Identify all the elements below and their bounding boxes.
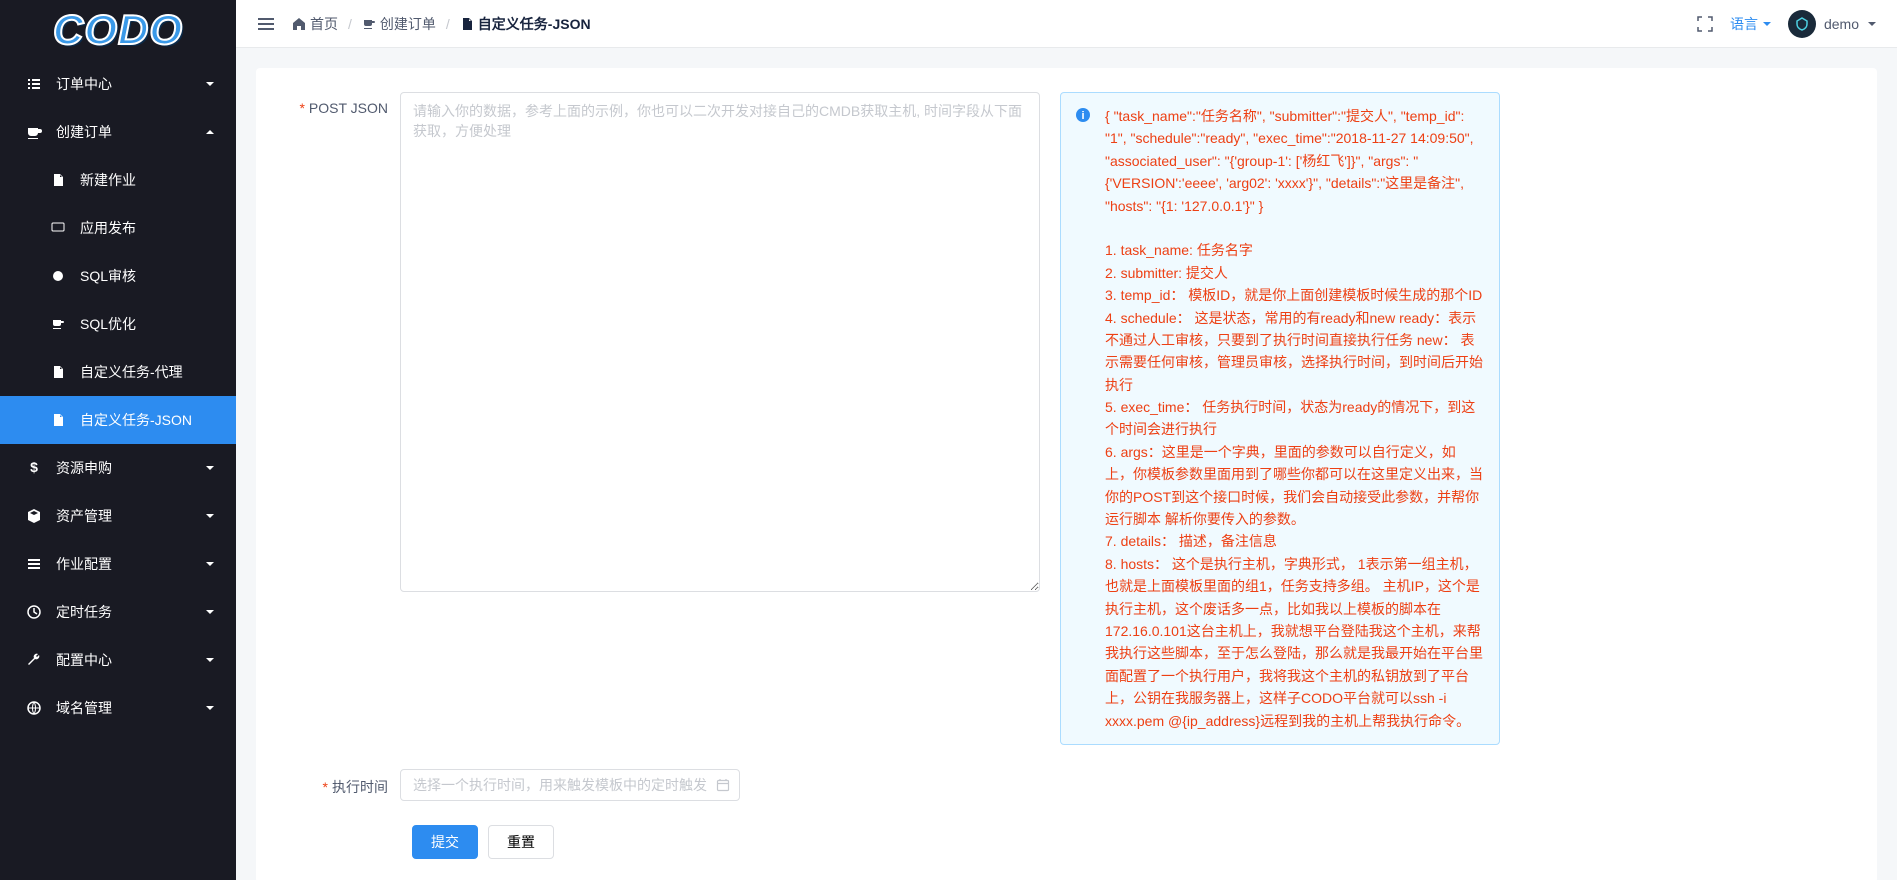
sidebar-item-label: 资源申购 [56, 458, 112, 478]
page-icon [48, 365, 68, 379]
list-icon [24, 76, 44, 92]
row-exec-time: *执行时间 [280, 769, 1853, 801]
page-icon [48, 173, 68, 187]
main: 首页 / 创建订单 / 自定义任务-JSON 语言 [236, 0, 1897, 880]
circle-icon [48, 269, 68, 283]
breadcrumb-create-order[interactable]: 创建订单 [362, 14, 436, 34]
required-marker: * [299, 100, 304, 116]
sidebar-item-domain[interactable]: 域名管理 [0, 684, 236, 732]
header-right: 语言 demo [1696, 10, 1877, 38]
chevron-down-icon [204, 606, 216, 618]
exec-time-wrap [400, 769, 740, 801]
content: *POST JSON i { "task_name":"任务名称", "subm… [236, 48, 1897, 880]
help-alert: i { "task_name":"任务名称", "submitter":"提交人… [1060, 92, 1500, 745]
language-selector[interactable]: 语言 [1730, 14, 1772, 34]
sidebar-item-label: 作业配置 [56, 554, 112, 574]
sidebar-item-label: SQL审核 [80, 266, 136, 286]
sidebar-item-app-deploy[interactable]: 应用发布 [0, 204, 236, 252]
sidebar-item-label: 域名管理 [56, 698, 112, 718]
chevron-down-icon [1762, 19, 1772, 29]
cup-icon [362, 17, 376, 31]
svg-text:$: $ [30, 460, 38, 475]
fullscreen-icon[interactable] [1696, 15, 1714, 33]
sidebar-item-resource[interactable]: $ 资源申购 [0, 444, 236, 492]
chevron-down-icon [204, 558, 216, 570]
required-marker: * [323, 779, 328, 795]
sidebar-item-label: SQL优化 [80, 314, 136, 334]
exec-time-label: *执行时间 [280, 769, 400, 801]
sidebar-item-orders[interactable]: 订单中心 [0, 60, 236, 108]
cup-icon [24, 124, 44, 140]
sidebar-item-job-config[interactable]: 作业配置 [0, 540, 236, 588]
sidebar-item-new-job[interactable]: 新建作业 [0, 156, 236, 204]
home-icon [292, 17, 306, 31]
chevron-down-icon [204, 510, 216, 522]
main-menu: 订单中心 创建订单 新建作业 应用发布 SQL审核 [0, 60, 236, 732]
sidebar-item-sql-optimize[interactable]: SQL优化 [0, 300, 236, 348]
breadcrumb-home[interactable]: 首页 [292, 14, 338, 34]
sidebar-item-label: 定时任务 [56, 602, 112, 622]
exec-time-input[interactable] [400, 769, 740, 801]
page-icon [48, 413, 68, 427]
sidebar-item-create-order[interactable]: 创建订单 [0, 108, 236, 156]
breadcrumb: 首页 / 创建订单 / 自定义任务-JSON [292, 14, 1696, 34]
reset-button[interactable]: 重置 [488, 825, 554, 859]
menu-toggle-icon[interactable] [256, 14, 276, 34]
sidebar-item-asset[interactable]: 资产管理 [0, 492, 236, 540]
sidebar-item-label: 自定义任务-代理 [80, 362, 183, 382]
breadcrumb-sep: / [446, 16, 450, 32]
sidebar-item-label: 创建订单 [56, 122, 112, 142]
header: 首页 / 创建订单 / 自定义任务-JSON 语言 [236, 0, 1897, 48]
monitor-icon [48, 221, 68, 235]
avatar [1788, 10, 1816, 38]
button-row: 提交 重置 [280, 825, 1853, 859]
chevron-down-icon [204, 78, 216, 90]
wrench-icon [24, 652, 44, 668]
svg-text:i: i [1081, 110, 1084, 122]
chevron-up-icon [204, 126, 216, 138]
cup-icon [48, 317, 68, 331]
sidebar-item-sql-review[interactable]: SQL审核 [0, 252, 236, 300]
chevron-down-icon [204, 462, 216, 474]
submenu-create-order: 新建作业 应用发布 SQL审核 SQL优化 自定义任务-代理 [0, 156, 236, 444]
breadcrumb-current: 自定义任务-JSON [460, 14, 591, 34]
stack-icon [24, 556, 44, 572]
row-post-json: *POST JSON i { "task_name":"任务名称", "subm… [280, 92, 1853, 745]
logo[interactable]: CODO [0, 0, 236, 60]
clock-icon [24, 604, 44, 620]
submit-button[interactable]: 提交 [412, 825, 478, 859]
sidebar: CODO 订单中心 创建订单 新建作业 应用发布 [0, 0, 236, 880]
sidebar-item-config-center[interactable]: 配置中心 [0, 636, 236, 684]
post-json-label: *POST JSON [280, 92, 400, 745]
sidebar-item-custom-proxy[interactable]: 自定义任务-代理 [0, 348, 236, 396]
sidebar-item-label: 配置中心 [56, 650, 112, 670]
sidebar-item-label: 资产管理 [56, 506, 112, 526]
sidebar-item-label: 自定义任务-JSON [80, 410, 192, 430]
breadcrumb-sep: / [348, 16, 352, 32]
chevron-down-icon [204, 654, 216, 666]
chevron-down-icon [204, 702, 216, 714]
sidebar-item-label: 应用发布 [80, 218, 136, 238]
sidebar-item-custom-json[interactable]: 自定义任务-JSON [0, 396, 236, 444]
chevron-down-icon [1867, 19, 1877, 29]
globe-icon [24, 700, 44, 716]
sidebar-item-cron[interactable]: 定时任务 [0, 588, 236, 636]
post-json-textarea[interactable] [400, 92, 1040, 592]
cube-icon [24, 508, 44, 524]
sidebar-item-label: 订单中心 [56, 74, 112, 94]
alert-body: { "task_name":"任务名称", "submitter":"提交人",… [1105, 105, 1483, 732]
dollar-icon: $ [24, 460, 44, 476]
sidebar-item-label: 新建作业 [80, 170, 136, 190]
user-menu[interactable]: demo [1788, 10, 1877, 38]
info-icon: i [1075, 107, 1091, 123]
page-icon [460, 17, 474, 31]
form-card: *POST JSON i { "task_name":"任务名称", "subm… [256, 68, 1877, 880]
